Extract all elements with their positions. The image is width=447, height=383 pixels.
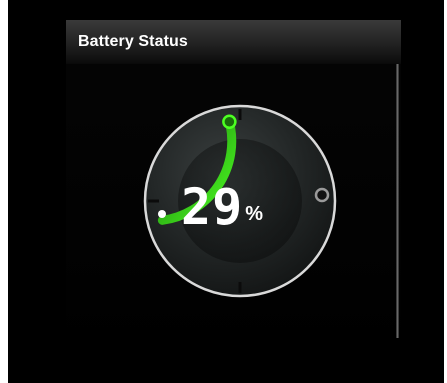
panel-title-bar: Battery Status <box>66 20 401 64</box>
battery-level-unit: % <box>245 203 264 225</box>
device-screen: Battery Status 29 % <box>8 0 444 383</box>
gauge-end-knob <box>314 187 330 203</box>
gauge-start-marker <box>158 210 166 218</box>
battery-readout: 29 % <box>181 172 301 232</box>
battery-level-knob <box>222 114 237 129</box>
panel-title: Battery Status <box>78 33 188 50</box>
panel-right-edge <box>396 64 399 338</box>
battery-level-value: 29 <box>181 178 244 236</box>
